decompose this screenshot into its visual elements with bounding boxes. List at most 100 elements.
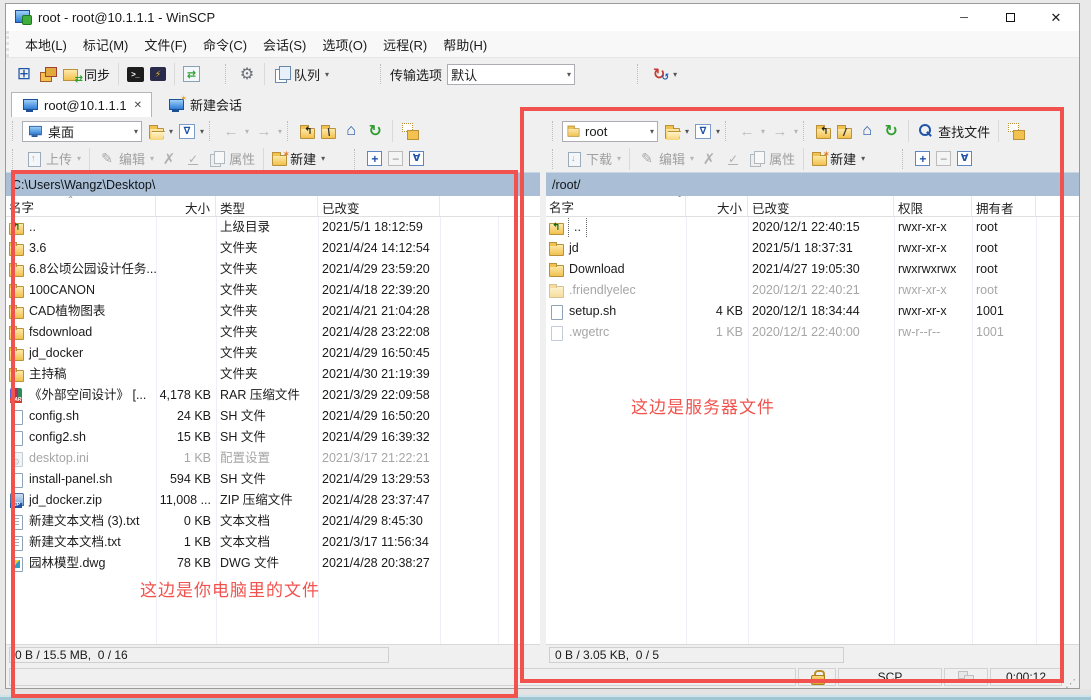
local-open-directory-button[interactable]: ▾ bbox=[146, 122, 176, 141]
preferences-button[interactable] bbox=[235, 63, 259, 85]
remote-select-same-button[interactable] bbox=[954, 149, 975, 168]
menu-remote[interactable]: 远程(R) bbox=[375, 32, 435, 57]
table-row[interactable]: desktop.ini1 KB配置设置2021/3/17 21:22:21 bbox=[6, 448, 540, 469]
remote-root-directory-button[interactable] bbox=[834, 122, 855, 141]
column-header-name[interactable]: 名字 bbox=[546, 196, 686, 216]
local-select-same-button[interactable] bbox=[406, 149, 427, 168]
local-rename-button[interactable] bbox=[181, 148, 205, 170]
table-row[interactable]: CAD植物图表文件夹2021/4/21 21:04:28 bbox=[6, 301, 540, 322]
refresh-panels-button[interactable] bbox=[180, 64, 203, 84]
close-button[interactable] bbox=[1033, 4, 1079, 31]
local-file-list[interactable]: ..上级目录2021/5/1 18:12:593.6文件夹2021/4/24 1… bbox=[6, 217, 540, 644]
table-row[interactable]: setup.sh4 KB2020/12/1 18:34:44rwxr-xr-x1… bbox=[546, 301, 1079, 322]
table-row[interactable]: .wgetrc1 KB2020/12/1 22:40:00rw-r--r--10… bbox=[546, 322, 1079, 343]
table-row[interactable]: Download2021/4/27 19:05:30rwxrwxrwxroot bbox=[546, 259, 1079, 280]
minimize-button[interactable] bbox=[941, 4, 987, 31]
table-row[interactable]: jd2021/5/1 18:37:31rwxr-xr-xroot bbox=[546, 238, 1079, 259]
menu-options[interactable]: 选项(O) bbox=[314, 32, 375, 57]
table-row[interactable]: config2.sh15 KBSH 文件2021/4/29 16:39:32 bbox=[6, 427, 540, 448]
column-header-size[interactable]: 大小 bbox=[156, 196, 216, 216]
local-select-button[interactable] bbox=[364, 149, 385, 168]
remote-file-list[interactable]: ..2020/12/1 22:40:15rwxr-xr-xrootjd2021/… bbox=[546, 217, 1079, 644]
table-row[interactable]: 新建文本文档.txt1 KB文本文档2021/3/17 11:56:34 bbox=[6, 532, 540, 553]
remote-unselect-button[interactable] bbox=[933, 149, 954, 168]
tab-new-session[interactable]: ✶ 新建会话 bbox=[158, 92, 251, 117]
table-row[interactable]: 3.6文件夹2021/4/24 14:12:54 bbox=[6, 238, 540, 259]
maximize-button[interactable] bbox=[987, 4, 1033, 31]
table-row[interactable]: jd_docker.zip11,008 ...ZIP 压缩文件2021/4/28… bbox=[6, 490, 540, 511]
table-row[interactable]: 园林模型.dwg78 KBDWG 文件2021/4/28 20:38:27 bbox=[6, 553, 540, 574]
local-refresh-button[interactable] bbox=[363, 120, 387, 142]
local-open-dir-tree-button[interactable] bbox=[398, 120, 422, 142]
local-drive-combo[interactable]: 桌面 ▾ bbox=[22, 121, 142, 142]
menu-mark[interactable]: 标记(M) bbox=[75, 32, 137, 57]
remote-filter-button[interactable]: ▾ bbox=[692, 122, 723, 141]
local-properties-button[interactable]: 属性 bbox=[205, 147, 258, 170]
table-row[interactable]: 新建文本文档 (3).txt0 KB文本文档2021/4/29 8:45:30 bbox=[6, 511, 540, 532]
column-header-name[interactable]: 名字 bbox=[6, 196, 156, 216]
column-header-type[interactable]: 类型 bbox=[216, 196, 318, 216]
local-back-button[interactable]: ▾ bbox=[219, 120, 252, 142]
remote-delete-button[interactable] bbox=[697, 148, 721, 170]
local-unselect-button[interactable] bbox=[385, 149, 406, 168]
column-header-size[interactable]: 大小 bbox=[686, 196, 748, 216]
remote-new-button[interactable]: 新建▾ bbox=[809, 147, 868, 170]
local-new-button[interactable]: 新建▾ bbox=[269, 147, 328, 170]
menu-session[interactable]: 会话(S) bbox=[255, 32, 314, 57]
remote-address-bar[interactable]: /root/ bbox=[546, 172, 1079, 196]
remote-home-button[interactable] bbox=[855, 120, 879, 142]
local-parent-directory-button[interactable] bbox=[297, 122, 318, 141]
remote-open-directory-button[interactable]: ▾ bbox=[662, 122, 692, 141]
local-forward-button[interactable]: ▾ bbox=[252, 120, 285, 142]
column-header-changed[interactable]: 已改变 bbox=[748, 196, 894, 216]
tab-close-icon[interactable] bbox=[134, 100, 142, 111]
remote-edit-button[interactable]: 编辑▾ bbox=[635, 147, 697, 170]
explorer-view-button[interactable] bbox=[36, 63, 60, 85]
commander-view-button[interactable] bbox=[12, 63, 36, 85]
table-row[interactable]: ..上级目录2021/5/1 18:12:59 bbox=[6, 217, 540, 238]
column-header-rights[interactable]: 权限 bbox=[894, 196, 972, 216]
remote-rename-button[interactable] bbox=[721, 148, 745, 170]
remote-back-button[interactable]: ▾ bbox=[735, 120, 768, 142]
local-edit-button[interactable]: 编辑▾ bbox=[95, 147, 157, 170]
queue-button[interactable]: 队列▾ bbox=[270, 63, 332, 86]
table-row[interactable]: 6.8公顷公园设计任务...文件夹2021/4/29 23:59:20 bbox=[6, 259, 540, 280]
remote-refresh-button[interactable] bbox=[879, 120, 903, 142]
remote-drive-combo[interactable]: root ▾ bbox=[562, 121, 658, 142]
table-row[interactable]: fsdownload文件夹2021/4/28 23:22:08 bbox=[6, 322, 540, 343]
synchronize-button[interactable]: 同步 bbox=[60, 63, 113, 86]
table-row[interactable]: 主持稿文件夹2021/4/30 21:19:39 bbox=[6, 364, 540, 385]
local-delete-button[interactable] bbox=[157, 148, 181, 170]
remote-forward-button[interactable]: ▾ bbox=[768, 120, 801, 142]
table-row[interactable]: config.sh24 KBSH 文件2021/4/29 16:50:20 bbox=[6, 406, 540, 427]
open-putty-button[interactable] bbox=[147, 65, 169, 83]
table-row[interactable]: .friendlyelec2020/12/1 22:40:21rwxr-xr-x… bbox=[546, 280, 1079, 301]
column-header-owner[interactable]: 拥有者 bbox=[972, 196, 1036, 216]
menu-command[interactable]: 命令(C) bbox=[195, 32, 255, 57]
local-root-directory-button[interactable] bbox=[318, 122, 339, 141]
local-filter-button[interactable]: ▾ bbox=[176, 122, 207, 141]
download-button[interactable]: 下载▾ bbox=[562, 147, 624, 170]
upload-button[interactable]: 上传▾ bbox=[22, 147, 84, 170]
remote-properties-button[interactable]: 属性 bbox=[745, 147, 798, 170]
local-address-bar[interactable]: C:\Users\Wangz\Desktop\ bbox=[6, 172, 540, 196]
remote-select-button[interactable] bbox=[912, 149, 933, 168]
transfer-options-combo[interactable]: 默认 ▾ bbox=[447, 64, 575, 85]
tab-session[interactable]: root@10.1.1.1 bbox=[11, 92, 152, 117]
status-lock-cell[interactable] bbox=[798, 668, 836, 686]
table-row[interactable]: 《外部空间设计》 [...4,178 KBRAR 压缩文件2021/3/29 2… bbox=[6, 385, 540, 406]
open-terminal-button[interactable] bbox=[124, 65, 147, 84]
menu-local[interactable]: 本地(L) bbox=[17, 32, 75, 57]
status-connection-cell[interactable] bbox=[944, 668, 988, 686]
table-row[interactable]: ..2020/12/1 22:40:15rwxr-xr-xroot bbox=[546, 217, 1079, 238]
menu-help[interactable]: 帮助(H) bbox=[435, 32, 495, 57]
resize-grip[interactable] bbox=[1064, 676, 1076, 688]
menu-file[interactable]: 文件(F) bbox=[136, 32, 195, 57]
column-header-changed[interactable]: 已改变 bbox=[318, 196, 440, 216]
remote-parent-directory-button[interactable] bbox=[813, 122, 834, 141]
local-home-button[interactable] bbox=[339, 120, 363, 142]
status-protocol-cell[interactable]: SCP bbox=[838, 668, 942, 686]
transfer-settings-button[interactable]: ▾ bbox=[647, 63, 680, 85]
table-row[interactable]: install-panel.sh594 KBSH 文件2021/4/29 13:… bbox=[6, 469, 540, 490]
table-row[interactable]: 100CANON文件夹2021/4/18 22:39:20 bbox=[6, 280, 540, 301]
